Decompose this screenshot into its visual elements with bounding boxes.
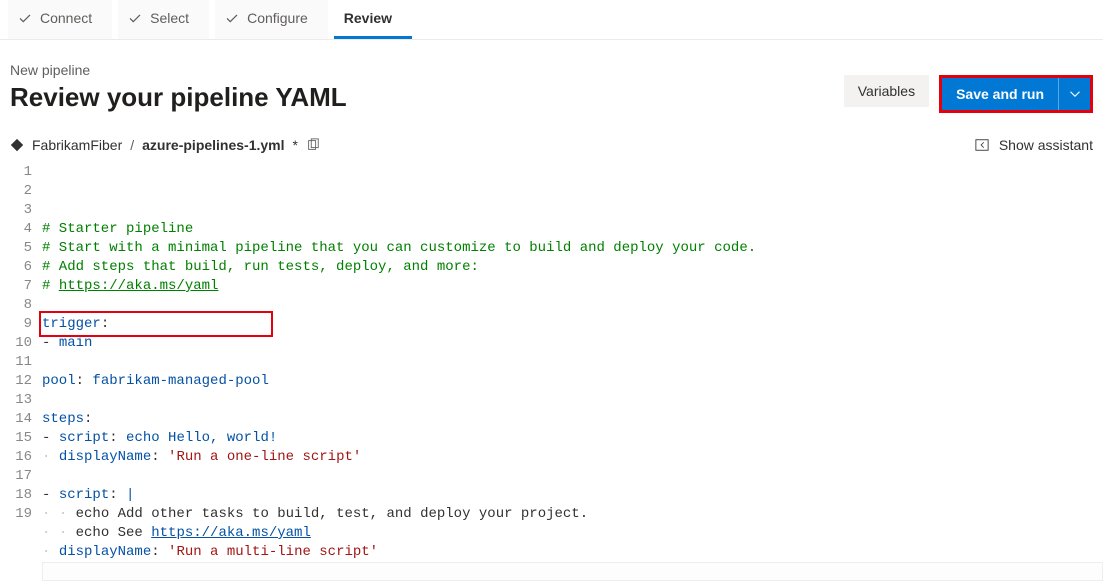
line-number: 16 <box>0 448 32 467</box>
line-number: 19 <box>0 505 32 524</box>
code-line[interactable]: · · echo See https://aka.ms/yaml <box>42 524 1103 543</box>
code-line[interactable] <box>42 353 1103 372</box>
wizard-tab-label: Select <box>150 10 189 26</box>
panel-expand-icon <box>975 138 989 152</box>
code-line[interactable]: - main <box>42 334 1103 353</box>
check-icon <box>128 11 142 25</box>
code-line[interactable]: steps: <box>42 410 1103 429</box>
code-line[interactable]: trigger: <box>42 315 1103 334</box>
code-line[interactable] <box>42 467 1103 486</box>
code-line[interactable]: # https://aka.ms/yaml <box>42 277 1103 296</box>
code-line[interactable]: · displayName: 'Run a multi-line script' <box>42 543 1103 562</box>
save-and-run-dropdown[interactable] <box>1058 78 1090 110</box>
repo-diamond-icon <box>10 138 24 152</box>
code-line[interactable] <box>42 562 1103 581</box>
line-number: 3 <box>0 201 32 220</box>
yaml-editor[interactable]: 12345678910111213141516171819 # Starter … <box>0 159 1103 581</box>
code-line[interactable]: # Starter pipeline <box>42 220 1103 239</box>
line-number: 12 <box>0 372 32 391</box>
line-number: 8 <box>0 296 32 315</box>
wizard-tab-label: Configure <box>247 10 308 26</box>
code-line[interactable]: # Add steps that build, run tests, deplo… <box>42 258 1103 277</box>
code-line[interactable]: - script: | <box>42 486 1103 505</box>
save-and-run-button[interactable]: Save and run <box>942 78 1058 110</box>
show-assistant-label: Show assistant <box>999 137 1093 153</box>
page-header: New pipeline Review your pipeline YAML V… <box>0 40 1103 127</box>
line-number-gutter: 12345678910111213141516171819 <box>0 163 42 581</box>
code-line[interactable]: pool: fabrikam-managed-pool <box>42 372 1103 391</box>
code-line[interactable]: # Start with a minimal pipeline that you… <box>42 239 1103 258</box>
file-path-row: FabrikamFiber / azure-pipelines-1.yml * … <box>0 127 1103 159</box>
chevron-down-icon <box>1069 88 1081 100</box>
line-number: 17 <box>0 467 32 486</box>
line-number: 4 <box>0 220 32 239</box>
line-number: 1 <box>0 163 32 182</box>
breadcrumb-separator: / <box>130 137 134 153</box>
line-number: 15 <box>0 429 32 448</box>
line-number: 18 <box>0 486 32 505</box>
code-line[interactable] <box>42 296 1103 315</box>
wizard-tab-review[interactable]: Review <box>334 0 412 39</box>
line-number: 10 <box>0 334 32 353</box>
line-number: 2 <box>0 182 32 201</box>
line-number: 13 <box>0 391 32 410</box>
wizard-tab-connect[interactable]: Connect <box>8 0 112 39</box>
code-line[interactable]: · · echo Add other tasks to build, test,… <box>42 505 1103 524</box>
code-line[interactable] <box>42 391 1103 410</box>
check-icon <box>18 11 32 25</box>
line-number: 11 <box>0 353 32 372</box>
wizard-tab-configure[interactable]: Configure <box>215 0 328 39</box>
line-number: 6 <box>0 258 32 277</box>
line-number: 9 <box>0 315 32 334</box>
show-assistant-button[interactable]: Show assistant <box>975 137 1093 153</box>
save-and-run-group: Save and run <box>939 75 1093 113</box>
wizard-tab-label: Connect <box>40 10 92 26</box>
wizard-tab-select[interactable]: Select <box>118 0 209 39</box>
page-subtitle: New pipeline <box>10 62 347 78</box>
code-line[interactable]: · displayName: 'Run a one-line script' <box>42 448 1103 467</box>
copy-icon[interactable] <box>306 138 320 152</box>
line-number: 14 <box>0 410 32 429</box>
dirty-marker: * <box>293 137 298 153</box>
code-area[interactable]: # Starter pipeline# Start with a minimal… <box>42 163 1103 581</box>
check-icon <box>225 11 239 25</box>
breadcrumb: FabrikamFiber / azure-pipelines-1.yml * <box>10 137 320 153</box>
page-title: Review your pipeline YAML <box>10 82 347 113</box>
line-number: 7 <box>0 277 32 296</box>
breadcrumb-file[interactable]: azure-pipelines-1.yml <box>142 137 284 153</box>
variables-button[interactable]: Variables <box>844 75 929 107</box>
line-number: 5 <box>0 239 32 258</box>
wizard-tabs: Connect Select Configure Review <box>0 0 1103 40</box>
code-line[interactable]: - script: echo Hello, world! <box>42 429 1103 448</box>
breadcrumb-project[interactable]: FabrikamFiber <box>32 137 122 153</box>
wizard-tab-label: Review <box>344 10 392 26</box>
